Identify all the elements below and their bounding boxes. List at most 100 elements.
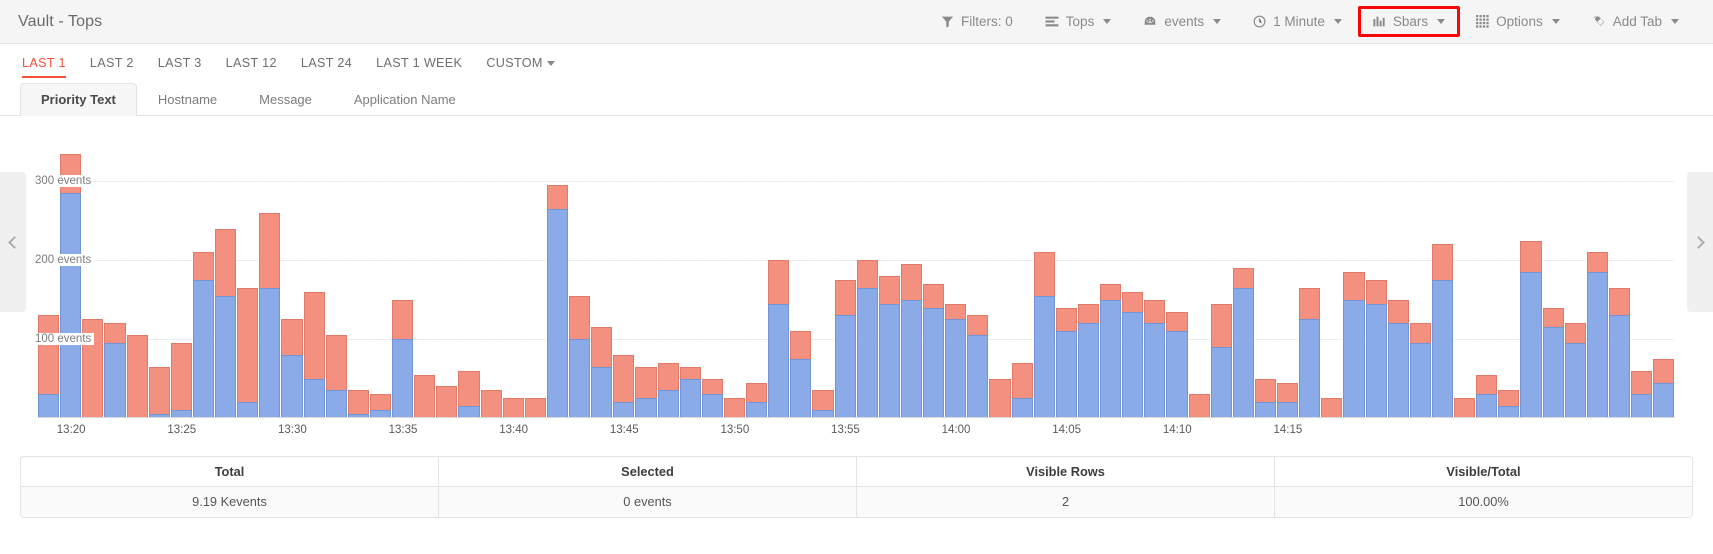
plot-area[interactable] <box>38 134 1676 418</box>
interval-button[interactable]: 1 Minute <box>1237 5 1358 38</box>
bar-column[interactable] <box>1520 134 1543 418</box>
bar-column[interactable] <box>923 134 946 418</box>
range-tab-last-3[interactable]: LAST 3 <box>146 49 214 78</box>
range-tab-last-1[interactable]: LAST 1 <box>22 49 78 78</box>
bar-column[interactable] <box>768 134 791 418</box>
bar-column[interactable] <box>657 134 680 418</box>
bar-column[interactable] <box>746 134 769 418</box>
field-tab-message[interactable]: Message <box>238 83 333 116</box>
add-tab-button[interactable]: Add Tab <box>1576 5 1695 38</box>
bar-column[interactable] <box>148 134 171 418</box>
bar-column[interactable] <box>325 134 348 418</box>
bar-column[interactable] <box>1254 134 1277 418</box>
bar-column[interactable] <box>1277 134 1300 418</box>
bar-column[interactable] <box>170 134 193 418</box>
bar-column[interactable] <box>900 134 923 418</box>
bar-column[interactable] <box>878 134 901 418</box>
bar-column[interactable] <box>1586 134 1609 418</box>
options-button[interactable]: Options <box>1460 5 1576 38</box>
bar-column[interactable] <box>104 134 127 418</box>
x-axis-tick-label: 14:10 <box>1162 424 1192 436</box>
bar-column[interactable] <box>1166 134 1189 418</box>
range-tab-last-12[interactable]: LAST 12 <box>214 49 289 78</box>
bar-column[interactable] <box>1387 134 1410 418</box>
bar-column[interactable] <box>1232 134 1255 418</box>
bar-column[interactable] <box>1321 134 1344 418</box>
bar-column[interactable] <box>281 134 304 418</box>
bar-column[interactable] <box>1365 134 1388 418</box>
bar-segment-info <box>192 279 214 418</box>
chart-next-button[interactable] <box>1687 172 1713 312</box>
bar-column[interactable] <box>1431 134 1454 418</box>
bar-column[interactable] <box>215 134 238 418</box>
bar-column[interactable] <box>1210 134 1233 418</box>
sbars-button[interactable]: Sbars <box>1357 6 1461 37</box>
bar-column[interactable] <box>1476 134 1499 418</box>
bar-column[interactable] <box>1454 134 1477 418</box>
range-tab-custom[interactable]: CUSTOM <box>474 49 566 78</box>
bar-column[interactable] <box>458 134 481 418</box>
range-tab-last-2[interactable]: LAST 2 <box>78 49 146 78</box>
field-tabs: Priority Text Hostname Message Application … <box>0 82 1713 116</box>
events-button[interactable]: events <box>1127 5 1237 38</box>
bar-column[interactable] <box>856 134 879 418</box>
bar-segment-warning <box>480 390 502 418</box>
bar-column[interactable] <box>1653 134 1676 418</box>
bar-column[interactable] <box>945 134 968 418</box>
bar-column[interactable] <box>1100 134 1123 418</box>
bar-column[interactable] <box>480 134 503 418</box>
bar-column[interactable] <box>1608 134 1631 418</box>
tops-button[interactable]: Tops <box>1029 5 1128 38</box>
bar-column[interactable] <box>701 134 724 418</box>
bar-column[interactable] <box>1631 134 1654 418</box>
bar-column[interactable] <box>347 134 370 418</box>
bar-segment-warning <box>1033 252 1055 296</box>
bar-column[interactable] <box>1343 134 1366 418</box>
bar-column[interactable] <box>1055 134 1078 418</box>
bar-column[interactable] <box>436 134 459 418</box>
bar-column[interactable] <box>502 134 525 418</box>
bar-column[interactable] <box>192 134 215 418</box>
bar-column[interactable] <box>591 134 614 418</box>
bar-column[interactable] <box>1299 134 1322 418</box>
bar-column[interactable] <box>569 134 592 418</box>
bar-column[interactable] <box>1564 134 1587 418</box>
filters-button[interactable]: Filters: 0 <box>925 5 1029 38</box>
bar-column[interactable] <box>303 134 326 418</box>
bar-column[interactable] <box>1122 134 1145 418</box>
bar-column[interactable] <box>1409 134 1432 418</box>
bar-column[interactable] <box>1033 134 1056 418</box>
field-tab-hostname[interactable]: Hostname <box>137 83 238 116</box>
bar-column[interactable] <box>369 134 392 418</box>
bar-column[interactable] <box>1011 134 1034 418</box>
bar-column[interactable] <box>635 134 658 418</box>
bar-column[interactable] <box>723 134 746 418</box>
chart-prev-button[interactable] <box>0 172 26 312</box>
range-tab-last-1-week[interactable]: LAST 1 WEEK <box>364 49 474 78</box>
bar-column[interactable] <box>812 134 835 418</box>
bar-column[interactable] <box>414 134 437 418</box>
bar-column[interactable] <box>679 134 702 418</box>
field-tab-application-name[interactable]: Application Name <box>333 83 477 116</box>
bar-column[interactable] <box>1188 134 1211 418</box>
bar-segment-warning <box>237 287 259 403</box>
bar-column[interactable] <box>546 134 569 418</box>
field-tab-priority-text[interactable]: Priority Text <box>20 83 137 116</box>
range-tab-last-24[interactable]: LAST 24 <box>289 49 364 78</box>
chevron-down-icon <box>1551 19 1560 24</box>
bar-column[interactable] <box>392 134 415 418</box>
bar-column[interactable] <box>259 134 282 418</box>
bar-column[interactable] <box>1498 134 1521 418</box>
bar-segment-warning <box>1122 291 1144 312</box>
bar-column[interactable] <box>126 134 149 418</box>
bar-column[interactable] <box>967 134 990 418</box>
bar-column[interactable] <box>1077 134 1100 418</box>
bar-column[interactable] <box>834 134 857 418</box>
bar-column[interactable] <box>237 134 260 418</box>
bar-column[interactable] <box>790 134 813 418</box>
bar-column[interactable] <box>524 134 547 418</box>
bar-column[interactable] <box>1542 134 1565 418</box>
bar-column[interactable] <box>1144 134 1167 418</box>
bar-column[interactable] <box>613 134 636 418</box>
bar-column[interactable] <box>989 134 1012 418</box>
